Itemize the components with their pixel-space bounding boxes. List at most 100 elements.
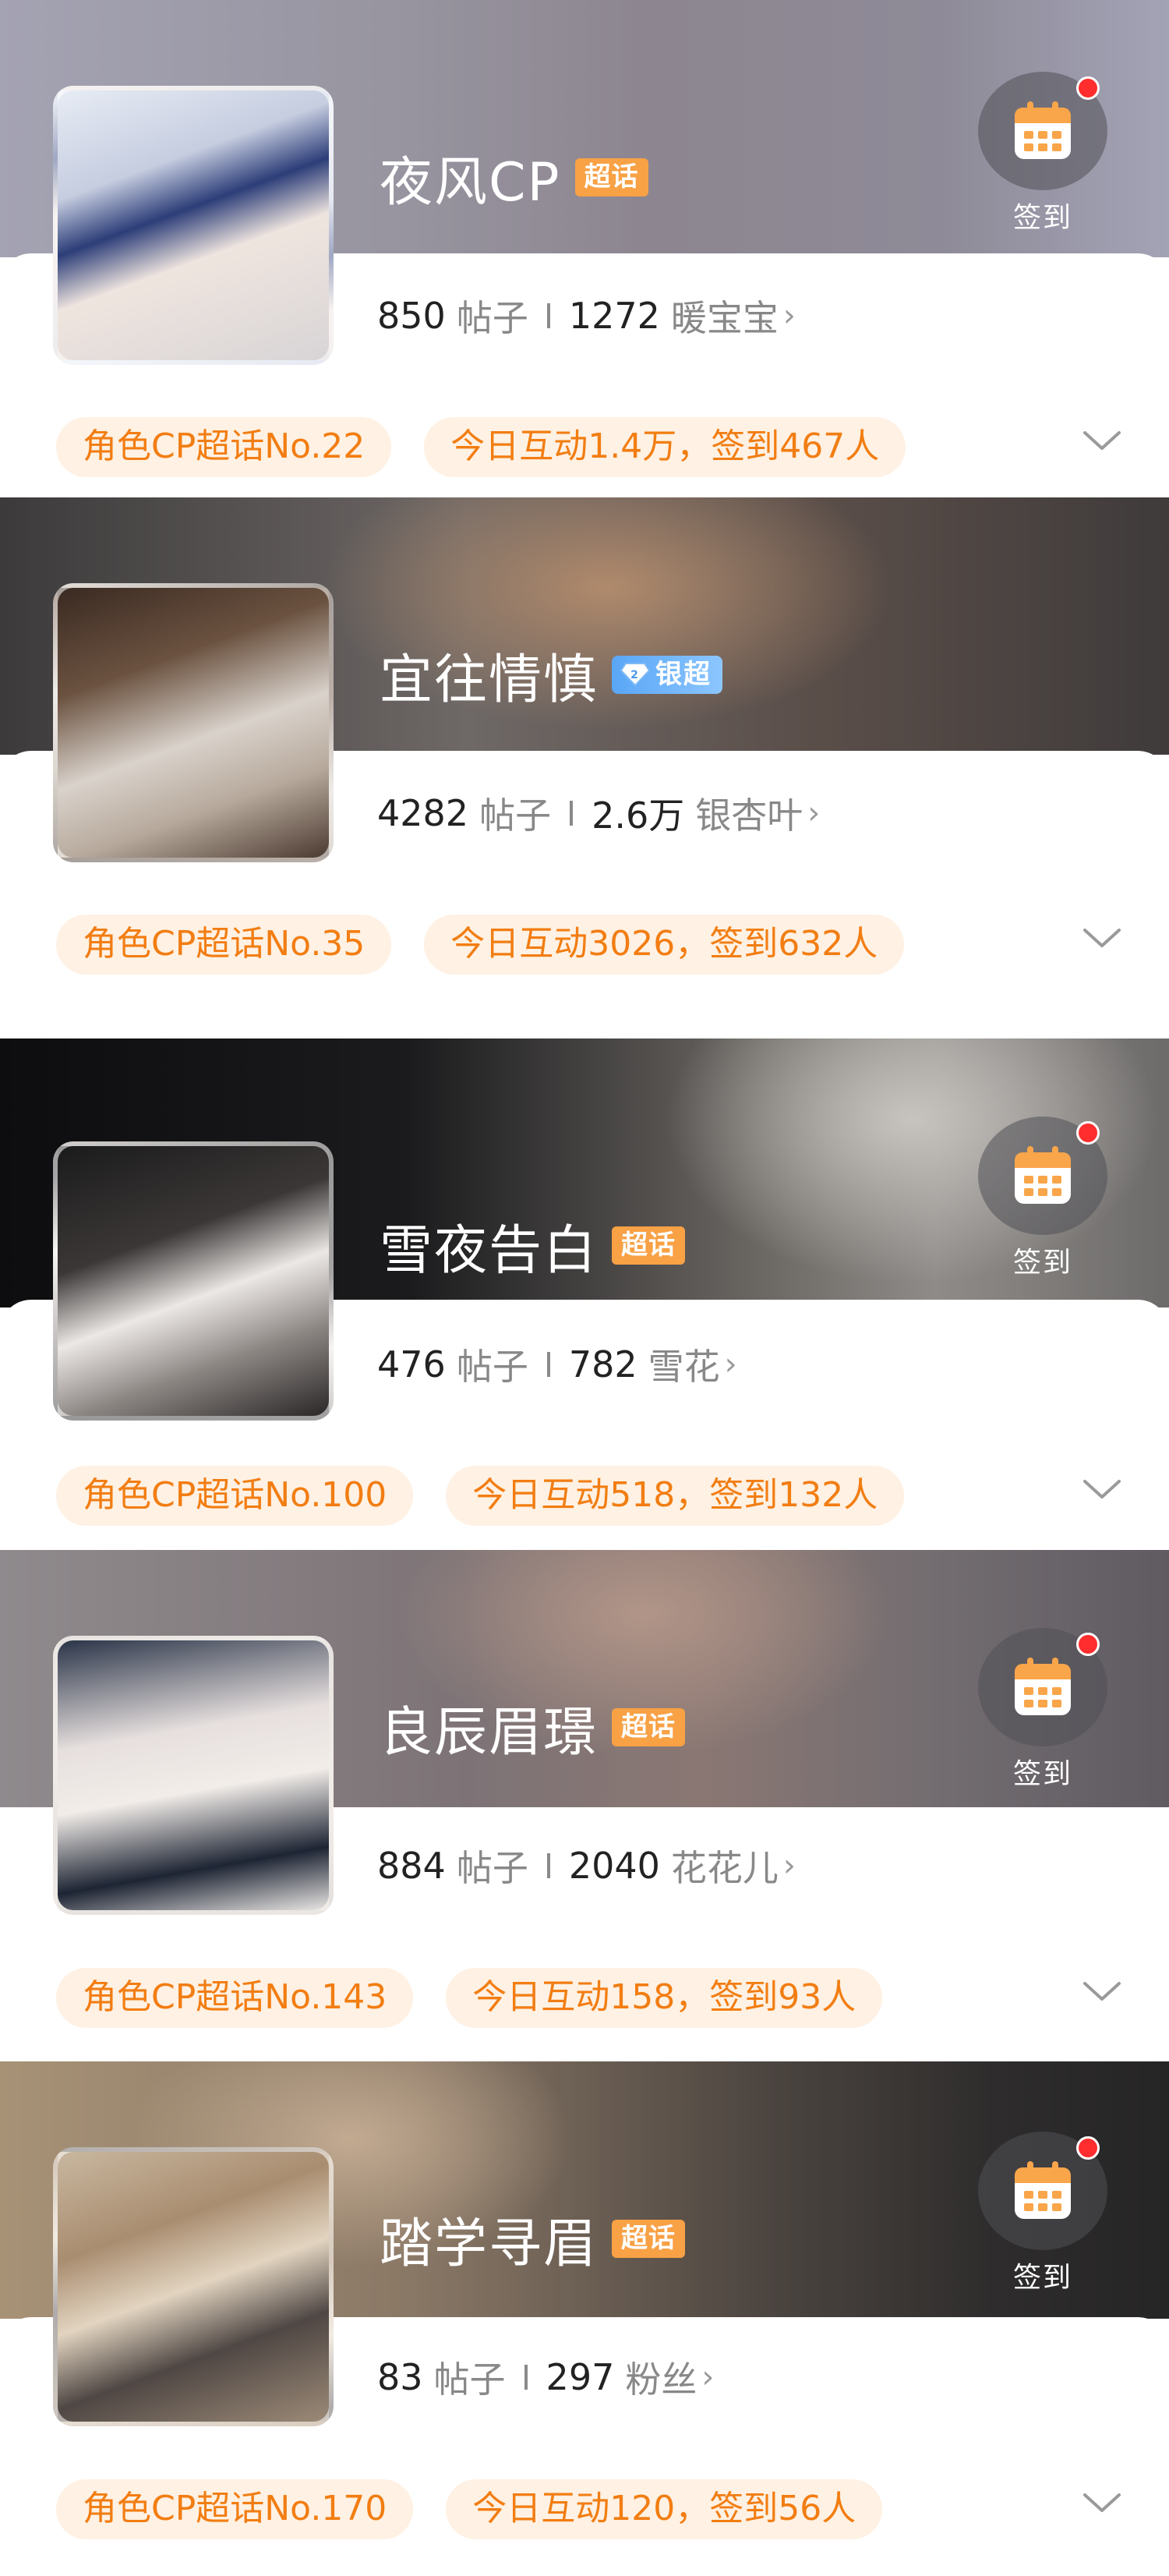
posts-label: 帖子: [456, 1847, 528, 1889]
chevron-right-icon: ›: [782, 298, 796, 334]
topic-stats[interactable]: 4282 帖子 2.6万 银杏叶 ›: [377, 787, 820, 839]
activity-tag[interactable]: 今日互动1.4万，签到467人: [424, 417, 906, 477]
chevron-right-icon: ›: [807, 795, 821, 831]
svg-text:2: 2: [630, 669, 640, 681]
topic-title-text: 夜风CP: [380, 152, 561, 214]
checkin-button[interactable]: 签到: [977, 72, 1108, 235]
checkin-button[interactable]: 签到: [977, 1628, 1108, 1792]
posts-label: 帖子: [433, 2358, 506, 2401]
checkin-circle: [978, 1628, 1107, 1746]
tag-row: 角色CP超话No.143 今日互动158，签到93人: [56, 1968, 883, 2028]
posts-label: 帖子: [456, 297, 528, 339]
fans-count: 1272: [568, 295, 660, 337]
rank-tag[interactable]: 角色CP超话No.100: [56, 1466, 414, 1526]
chevron-down-icon[interactable]: [1080, 2487, 1124, 2518]
checkin-label: 签到: [1012, 2262, 1072, 2294]
fans-label: 雪花: [648, 1346, 720, 1388]
silver-topic-badge: 2 银超: [612, 656, 723, 694]
posts-count: 884: [377, 1845, 446, 1887]
tag-row: 角色CP超话No.35 今日互动3026，签到632人: [56, 915, 905, 975]
checkin-circle: [978, 1116, 1107, 1235]
topic-cover-image[interactable]: [53, 1141, 334, 1421]
topic-title-text: 宜往情慎: [380, 649, 599, 711]
super-topic-card[interactable]: 夜风CP 超话 签到 850 帖子 1272 暖宝宝 › 角色CP超话No.22…: [0, 0, 1169, 497]
fans-label: 暖宝宝: [670, 297, 779, 339]
topic-title-text: 雪夜告白: [380, 1220, 599, 1282]
chevron-right-icon: ›: [724, 1346, 737, 1382]
chevron-down-icon[interactable]: [1080, 1474, 1124, 1505]
stats-divider: [570, 801, 574, 826]
topic-title[interactable]: 夜风CP 超话: [380, 139, 648, 216]
rank-tag[interactable]: 角色CP超话No.22: [56, 417, 392, 477]
topic-cover-image[interactable]: [53, 1636, 334, 1915]
posts-count: 4282: [377, 792, 469, 834]
chevron-right-icon: ›: [782, 1848, 796, 1884]
topic-title[interactable]: 良辰眉璟 超话: [380, 1689, 686, 1766]
stats-divider: [546, 1352, 550, 1377]
activity-tag[interactable]: 今日互动158，签到93人: [446, 1968, 883, 2028]
topic-title-text: 良辰眉璟: [380, 1702, 599, 1764]
super-topic-badge: 超话: [612, 1226, 686, 1265]
stats-divider: [546, 303, 550, 328]
diamond-icon: 2: [620, 663, 651, 687]
super-topic-badge: 超话: [574, 157, 648, 197]
stats-divider: [546, 1853, 550, 1878]
topic-cover-image[interactable]: [53, 583, 334, 862]
posts-count: 83: [377, 2356, 423, 2398]
fans-count: 2.6万: [592, 794, 685, 837]
topic-title[interactable]: 宜往情慎 2 银超: [380, 636, 723, 713]
notification-dot: [1076, 2136, 1100, 2160]
fans-label: 花花儿: [670, 1847, 779, 1889]
checkin-label: 签到: [1012, 1758, 1072, 1790]
checkin-label: 签到: [1012, 202, 1072, 234]
topic-cover-image[interactable]: [53, 86, 334, 365]
topic-title[interactable]: 踏学寻眉 超话: [380, 2200, 686, 2277]
super-topic-card[interactable]: 良辰眉璟 超话 签到 884 帖子 2040 花花儿 › 角色CP超话No.14…: [0, 1550, 1169, 2061]
notification-dot: [1076, 1121, 1100, 1145]
calendar-icon: [1015, 1146, 1071, 1204]
super-topic-badge: 超话: [612, 1707, 686, 1747]
topic-stats[interactable]: 884 帖子 2040 花花儿 ›: [377, 1840, 796, 1891]
calendar-icon: [1015, 1658, 1071, 1715]
chevron-down-icon[interactable]: [1080, 1976, 1124, 2007]
super-topic-badge: 超话: [612, 2219, 686, 2259]
super-topic-card[interactable]: 踏学寻眉 超话 签到 83 帖子 297 粉丝 › 角色CP超话No.170 今…: [0, 2061, 1169, 2576]
silver-badge-text: 银超: [655, 659, 712, 691]
topic-cover-image[interactable]: [53, 2147, 334, 2426]
fans-count: 2040: [568, 1845, 660, 1887]
tag-row: 角色CP超话No.100 今日互动518，签到132人: [56, 1466, 905, 1526]
stats-divider: [524, 2365, 528, 2390]
posts-label: 帖子: [456, 1346, 528, 1388]
fans-count: 782: [568, 1343, 637, 1385]
posts-count: 850: [377, 295, 446, 337]
activity-tag[interactable]: 今日互动518，签到132人: [446, 1466, 905, 1526]
posts-count: 476: [377, 1343, 446, 1385]
rank-tag[interactable]: 角色CP超话No.170: [56, 2479, 414, 2539]
activity-tag[interactable]: 今日互动120，签到56人: [446, 2479, 883, 2539]
calendar-icon: [1015, 2161, 1071, 2219]
chevron-right-icon: ›: [701, 2359, 715, 2395]
fans-label: 银杏叶: [695, 794, 803, 837]
posts-label: 帖子: [479, 794, 552, 837]
fans-label: 粉丝: [625, 2358, 698, 2401]
super-topic-card[interactable]: 雪夜告白 超话 签到 476 帖子 782 雪花 › 角色CP超话No.100 …: [0, 1039, 1169, 1550]
topic-stats[interactable]: 850 帖子 1272 暖宝宝 ›: [377, 290, 796, 341]
checkin-button[interactable]: 签到: [977, 1116, 1108, 1280]
tag-row: 角色CP超话No.22 今日互动1.4万，签到467人: [56, 417, 906, 477]
checkin-label: 签到: [1012, 1247, 1072, 1279]
activity-tag[interactable]: 今日互动3026，签到632人: [424, 915, 905, 975]
notification-dot: [1076, 76, 1100, 100]
tag-row: 角色CP超话No.170 今日互动120，签到56人: [56, 2479, 883, 2539]
checkin-button[interactable]: 签到: [977, 2132, 1108, 2295]
topic-title[interactable]: 雪夜告白 超话: [380, 1207, 686, 1284]
checkin-circle: [978, 72, 1107, 190]
chevron-down-icon[interactable]: [1080, 425, 1124, 456]
rank-tag[interactable]: 角色CP超话No.143: [56, 1968, 414, 2028]
rank-tag[interactable]: 角色CP超话No.35: [56, 915, 392, 975]
super-topic-card[interactable]: 宜往情慎 2 银超 4282 帖子 2.6万 银杏叶 › 角色CP超话No.35…: [0, 497, 1169, 1039]
topic-stats[interactable]: 83 帖子 297 粉丝 ›: [377, 2351, 714, 2403]
topic-stats[interactable]: 476 帖子 782 雪花 ›: [377, 1339, 737, 1390]
checkin-circle: [978, 2132, 1107, 2250]
chevron-down-icon[interactable]: [1080, 922, 1124, 954]
notification-dot: [1076, 1633, 1100, 1656]
